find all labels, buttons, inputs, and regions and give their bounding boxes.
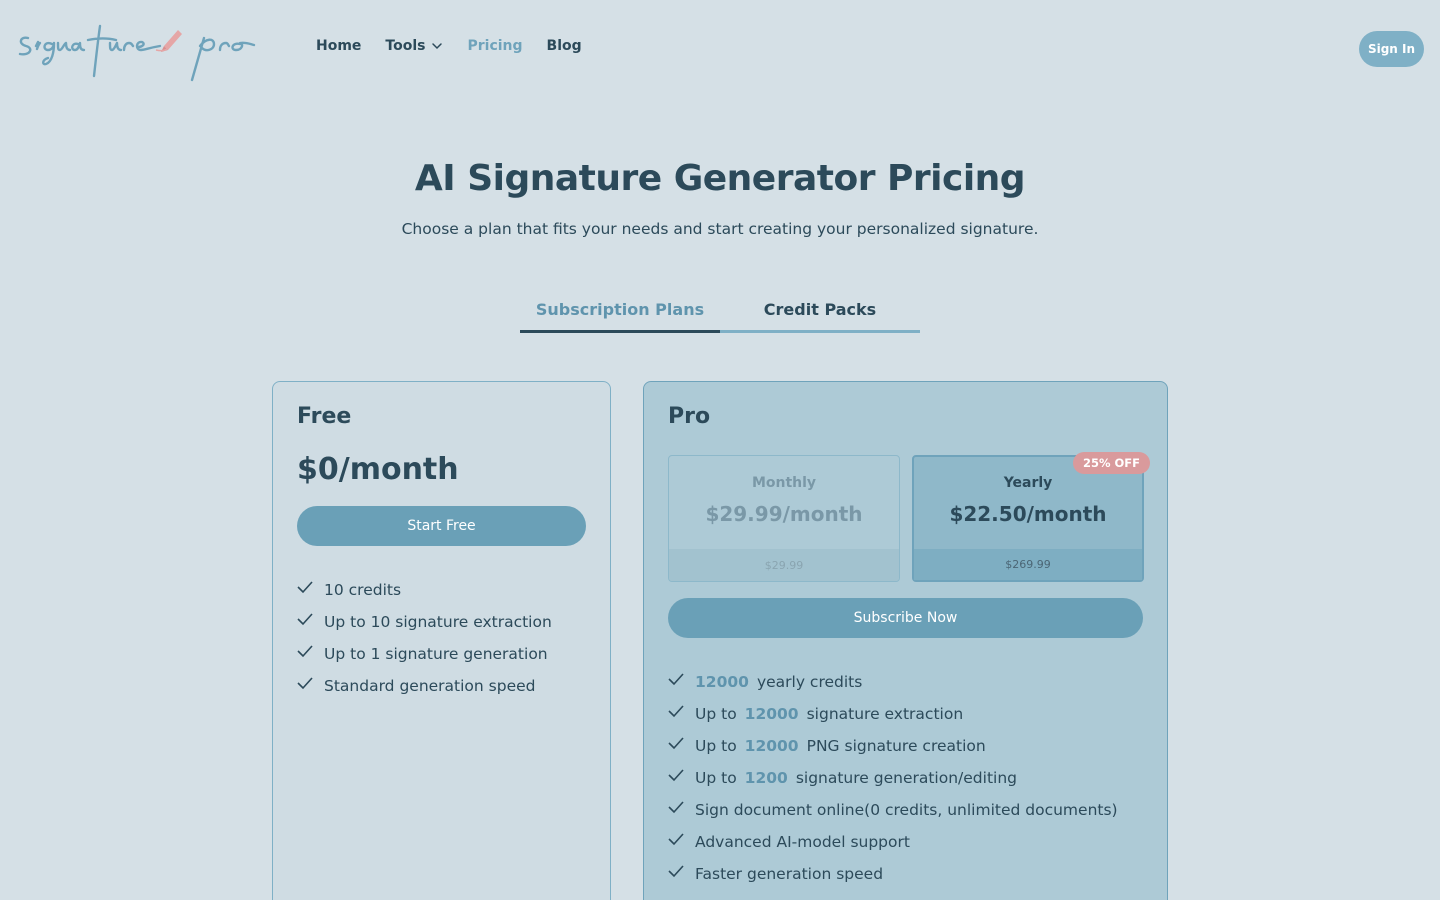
nav-blog[interactable]: Blog xyxy=(547,38,582,54)
feature-text: Up to 1 signature generation xyxy=(324,645,548,663)
check-icon xyxy=(668,865,684,878)
check-icon xyxy=(297,645,313,658)
feature-highlight: 1200 xyxy=(744,769,788,787)
pen-icon xyxy=(155,30,182,52)
page-title: AI Signature Generator Pricing xyxy=(414,158,1026,199)
sign-in-button[interactable]: Sign In xyxy=(1359,31,1424,67)
list-item: Up to 1 signature generation xyxy=(296,638,552,670)
plan-tabs: Subscription Plans Credit Packs xyxy=(520,290,920,333)
discount-badge: 25% OFF xyxy=(1072,452,1150,474)
check-icon xyxy=(297,581,313,594)
nav-pricing[interactable]: Pricing xyxy=(467,38,522,54)
list-item: 12000 yearly credits xyxy=(667,666,1118,698)
billing-price: $22.50/month xyxy=(949,502,1107,526)
feature-highlight: 12000 xyxy=(744,705,799,723)
plan-price: $0/month xyxy=(297,452,459,487)
feature-highlight: 12000 xyxy=(744,737,799,755)
plan-name: Free xyxy=(297,404,352,429)
feature-text: yearly credits xyxy=(756,673,863,691)
check-icon xyxy=(668,833,684,846)
feature-text: signature generation/editing xyxy=(795,769,1017,787)
list-item: Faster generation speed xyxy=(667,858,1118,890)
list-item: Up to 1200 signature generation/editing xyxy=(667,762,1118,794)
feature-prefix: Up to xyxy=(695,737,737,755)
billing-option-monthly[interactable]: Monthly $29.99/month $29.99 xyxy=(668,455,900,582)
list-item: Up to 10 signature extraction xyxy=(296,606,552,638)
subscribe-now-button[interactable]: Subscribe Now xyxy=(668,598,1143,638)
start-free-button[interactable]: Start Free xyxy=(297,506,586,546)
list-item: Sign document online(0 credits, unlimite… xyxy=(667,794,1118,826)
feature-prefix: Up to xyxy=(695,705,737,723)
nav-tools-label: Tools xyxy=(385,38,426,54)
feature-text: Sign document online(0 credits, unlimite… xyxy=(695,801,1118,819)
header: Home Tools Pricing Blog Sign In xyxy=(0,0,1440,98)
check-icon xyxy=(297,677,313,690)
page-subtitle: Choose a plan that fits your needs and s… xyxy=(401,220,1039,238)
tab-subscription-plans[interactable]: Subscription Plans xyxy=(520,290,720,333)
billing-total: $269.99 xyxy=(914,549,1142,580)
signature-pro-logo-icon xyxy=(18,24,256,82)
list-item: Up to 12000 PNG signature creation xyxy=(667,730,1118,762)
billing-price: $29.99/month xyxy=(705,502,863,526)
feature-prefix: Up to xyxy=(695,769,737,787)
check-icon xyxy=(668,801,684,814)
free-feature-list: 10 credits Up to 10 signature extraction… xyxy=(296,574,552,702)
check-icon xyxy=(668,769,684,782)
plan-name: Pro xyxy=(668,404,711,429)
billing-total: $29.99 xyxy=(669,549,899,581)
tab-credit-packs[interactable]: Credit Packs xyxy=(720,290,920,333)
check-icon xyxy=(668,673,684,686)
pro-feature-list: 12000 yearly credits Up to 12000 signatu… xyxy=(667,666,1118,890)
main-nav: Home Tools Pricing Blog xyxy=(316,38,582,54)
chevron-down-icon xyxy=(432,43,443,50)
nav-tools[interactable]: Tools xyxy=(385,38,443,54)
billing-option-yearly[interactable]: Yearly $22.50/month $269.99 25% OFF xyxy=(912,452,1150,582)
feature-text: 10 credits xyxy=(324,581,402,599)
feature-text: Standard generation speed xyxy=(324,677,536,695)
list-item: Advanced AI-model support xyxy=(667,826,1118,858)
billing-label: Yearly xyxy=(1003,475,1053,491)
check-icon xyxy=(297,613,313,626)
billing-label: Monthly xyxy=(751,475,817,491)
list-item: Standard generation speed xyxy=(296,670,552,702)
list-item: Up to 12000 signature extraction xyxy=(667,698,1118,730)
feature-text: Faster generation speed xyxy=(695,865,884,883)
list-item: 10 credits xyxy=(296,574,552,606)
feature-highlight: 12000 xyxy=(695,673,749,691)
feature-text: signature extraction xyxy=(806,705,964,723)
feature-text: PNG signature creation xyxy=(806,737,986,755)
nav-home[interactable]: Home xyxy=(316,38,361,54)
logo[interactable] xyxy=(14,16,258,82)
check-icon xyxy=(668,737,684,750)
feature-text: Advanced AI-model support xyxy=(695,833,910,851)
feature-text: Up to 10 signature extraction xyxy=(324,613,552,631)
check-icon xyxy=(668,705,684,718)
